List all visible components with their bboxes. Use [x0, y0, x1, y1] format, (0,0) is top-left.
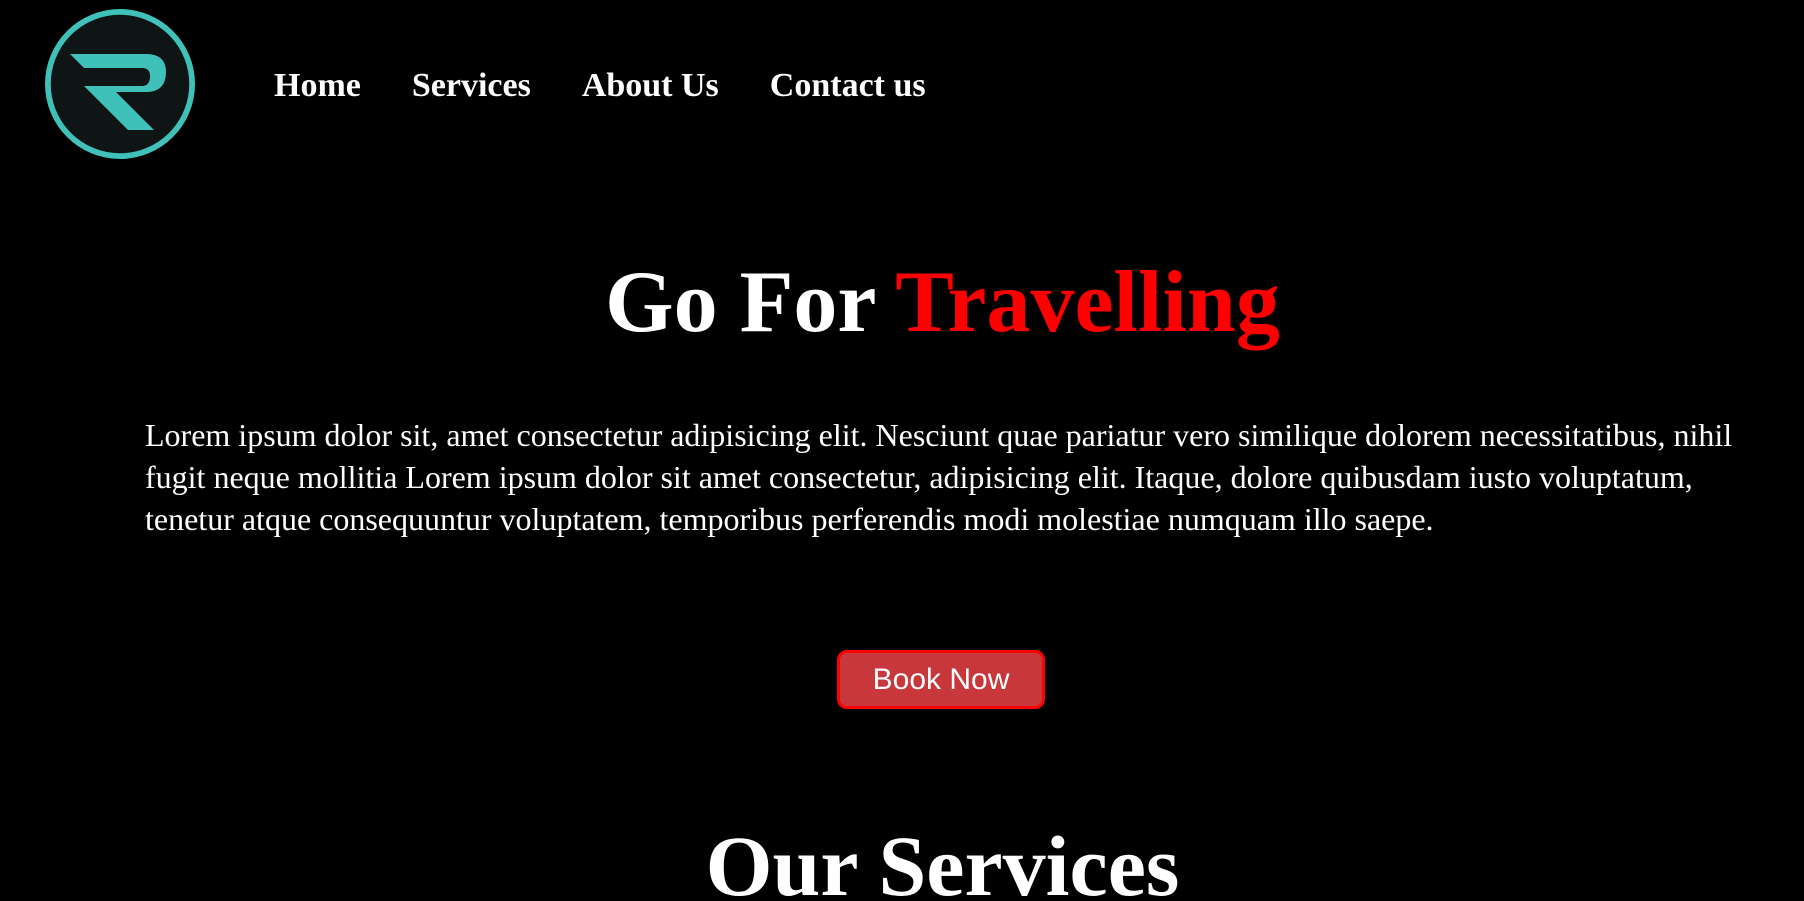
- hero-title-accent: Travelling: [895, 254, 1280, 351]
- r-monogram-logo-icon[interactable]: [42, 6, 198, 162]
- nav-home-link[interactable]: Home: [274, 62, 361, 110]
- page: Home Services About Us Contact us Go For…: [0, 0, 1804, 901]
- site-header: Home Services About Us Contact us: [0, 0, 1804, 170]
- logo-graphic: [45, 9, 195, 159]
- hero-title: Go For Travelling: [0, 253, 1804, 353]
- nav-contact-us-link[interactable]: Contact us: [770, 62, 926, 110]
- main-nav: Home Services About Us Contact us: [274, 62, 977, 110]
- hero-paragraph: Lorem ipsum dolor sit, amet consectetur …: [145, 417, 1733, 537]
- our-services-heading: Our Services: [705, 818, 1180, 901]
- hero-title-main: Go For: [605, 254, 875, 351]
- nav-services-link[interactable]: Services: [412, 62, 531, 110]
- nav-about-us-link[interactable]: About Us: [582, 62, 719, 110]
- book-now-button[interactable]: Book Now: [837, 650, 1045, 709]
